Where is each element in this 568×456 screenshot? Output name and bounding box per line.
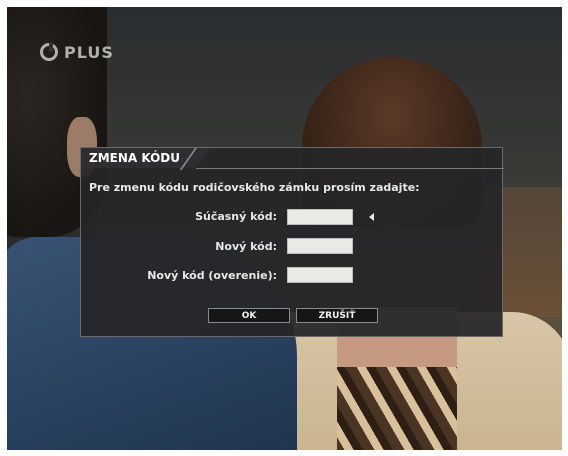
new-code-field[interactable] [287, 238, 353, 254]
cancel-button[interactable]: ZRUŠIŤ [296, 308, 378, 323]
tv-screen: PLUS ZMENA KÓDU Pre zmenu kódu rodičovsk… [7, 7, 562, 450]
current-code-field[interactable] [287, 209, 353, 225]
confirm-code-label: Nový kód (overenie): [147, 269, 277, 282]
confirm-code-field[interactable] [287, 267, 353, 283]
dialog-header-line [196, 148, 504, 169]
dialog-prompt: Pre zmenu kódu rodičovského zámku prosím… [89, 181, 420, 194]
ok-button[interactable]: OK [208, 308, 290, 323]
channel-logo: PLUS [40, 40, 130, 64]
power-icon [40, 42, 58, 61]
change-code-dialog: ZMENA KÓDU Pre zmenu kódu rodičovského z… [80, 147, 504, 337]
current-code-label: Súčasný kód: [195, 210, 277, 223]
dialog-title: ZMENA KÓDU [89, 151, 181, 165]
focus-arrow-icon [369, 213, 374, 221]
new-code-label: Nový kód: [215, 240, 277, 253]
channel-logo-text: PLUS [64, 42, 114, 62]
presenter-blouse [337, 367, 457, 450]
